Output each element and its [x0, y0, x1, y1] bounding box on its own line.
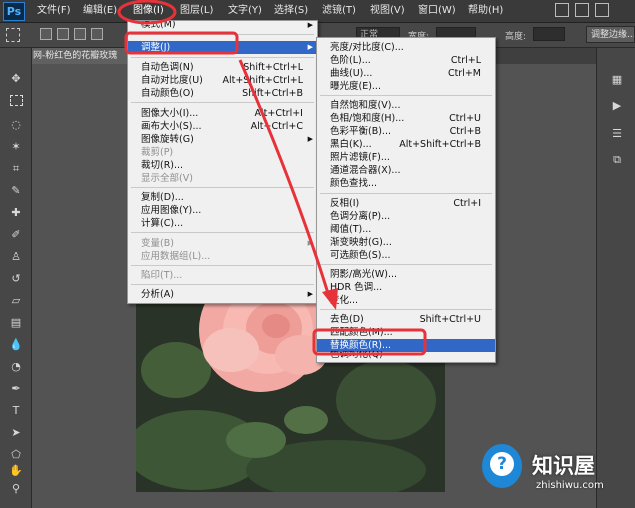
highlight-ellipse-image-menu	[117, 0, 177, 25]
watermark-url: zhishiwu.com	[536, 480, 604, 491]
watermark: ? 知识屋 zhishiwu.com	[480, 440, 635, 508]
annotation-arrow-line	[238, 59, 332, 301]
tutorial-annotations	[117, 0, 427, 356]
watermark-title: 知识屋	[532, 454, 595, 478]
highlight-box-adjust	[124, 31, 239, 55]
watermark-logo-icon: ?	[482, 444, 522, 488]
highlight-box-replace-color	[312, 328, 427, 356]
annotation-arrow-head	[322, 288, 338, 310]
